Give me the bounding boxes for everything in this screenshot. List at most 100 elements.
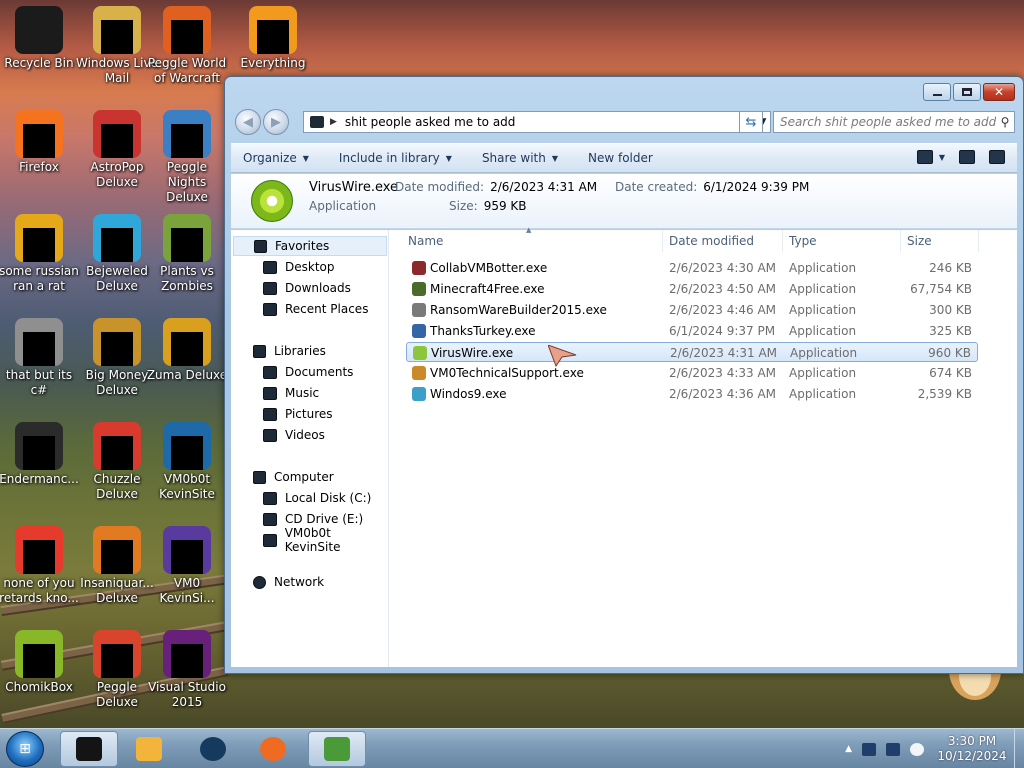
nav-downloads[interactable]: Downloads [263,278,351,298]
column-header-size[interactable]: Size [901,230,979,252]
nav-kevinsite[interactable]: VM0b0t KevinSite [263,526,388,554]
file-type: Application [789,387,857,401]
nav-libraries[interactable]: Libraries [253,341,326,361]
desktop-icon-vm0b0t-kevinsite[interactable]: VM0b0t KevinSite [146,422,228,502]
search-input[interactable] [780,115,996,129]
preview-pane-icon[interactable] [959,150,975,164]
user-accounts-icon [324,737,350,761]
network-drive-icon [263,533,277,547]
desktop-icon-everything[interactable]: Everything [232,6,314,71]
address-path[interactable]: shit people asked me to add [345,115,756,129]
taskbar-firefox-button[interactable] [244,731,302,767]
back-arrow-icon: ◀ [243,114,253,130]
file-name: RansomWareBuilder2015.exe [430,303,607,317]
nav-documents[interactable]: Documents [263,362,353,382]
desktop-icon-recycle-bin[interactable]: Recycle Bin [0,6,80,71]
clock[interactable]: 3:30 PM 10/12/2024 [934,734,1010,764]
column-header-type[interactable]: Type [783,230,901,252]
nav-music[interactable]: Music [263,383,319,403]
media-player-icon [136,737,162,761]
file-row[interactable]: RansomWareBuilder2015.exe 2/6/2023 4:46 A… [406,300,978,320]
refresh-button[interactable]: ⇆ [739,111,763,133]
desktop-icon-visual-studio-2015[interactable]: Visual Studio 2015 [146,630,228,710]
taskbar-explorer-button[interactable] [60,731,118,767]
date-modified-label: Date modified: [395,180,485,194]
navigation-pane: Favorites Desktop Downloads Recent Place… [231,230,389,667]
forward-arrow-icon: ▶ [271,114,281,130]
column-label: Size [907,234,932,248]
file-row[interactable]: CollabVMBotter.exe 2/6/2023 4:30 AM Applic… [406,258,978,278]
maximize-button[interactable] [953,83,981,101]
organize-menu[interactable]: Organize ▼ [243,151,309,165]
redaction-box [171,436,203,470]
search-box[interactable]: ⚲ [773,111,1015,133]
file-row[interactable]: Windos9.exe 2/6/2023 4:36 AM Application 2,… [406,384,978,404]
explorer-window[interactable]: ✕ ◀ ▶ ▶ shit people asked me to add ▼ ⇆ … [224,76,1024,674]
desktop-icon-chomikbox[interactable]: ChomikBox [0,630,80,695]
file-row[interactable]: VM0TechnicalSupport.exe 2/6/2023 4:33 AM A… [406,363,978,383]
redaction-box [23,644,55,678]
nav-local-disk[interactable]: Local Disk (C:) [263,488,371,508]
help-icon[interactable] [989,150,1005,164]
desktop-icon-peggle-world-of-warcraft[interactable]: Peggle World of Warcraft [146,6,228,86]
nav-pictures[interactable]: Pictures [263,404,333,424]
desktop-icon-none-of-you-retards-kno[interactable]: none of you retards kno... [0,526,80,606]
nav-favorites[interactable]: Favorites [233,236,387,256]
desktop-icon-that-but-its-c[interactable]: that but its c# [0,318,80,398]
file-date: 2/6/2023 4:33 AM [669,366,777,380]
file-row[interactable]: Minecraft4Free.exe 2/6/2023 4:50 AM Applic… [406,279,978,299]
desktop-icon-firefox[interactable]: Firefox [0,110,80,175]
app-icon [93,214,141,262]
nav-videos[interactable]: Videos [263,425,325,445]
organize-label: Organize [243,151,297,165]
volume-icon[interactable] [910,742,924,756]
forward-button[interactable]: ▶ [263,109,289,135]
nav-recent-places[interactable]: Recent Places [263,299,368,319]
desktop-icon-peggle-nights-deluxe[interactable]: Peggle Nights Deluxe [146,110,228,205]
app-icon [93,318,141,366]
nav-desktop[interactable]: Desktop [263,257,335,277]
minimize-button[interactable] [923,83,951,101]
column-header-date[interactable]: Date modified [663,230,783,252]
display-icon[interactable] [886,742,900,756]
start-button[interactable]: ⊞ [6,731,44,767]
desktop-icon-plants-vs-zombies[interactable]: Plants vs Zombies [146,214,228,294]
change-view-button[interactable]: ▼ [916,150,945,164]
nav-network[interactable]: Network [253,572,324,592]
date-created-field: Date created: 6/1/2024 9:39 PM [615,180,809,194]
taskbar-globe-button[interactable] [184,731,242,767]
redaction-box [23,436,55,470]
desktop-icon-zuma-deluxe[interactable]: Zuma Deluxe [146,318,228,383]
nav-computer[interactable]: Computer [253,467,334,487]
nav-label: Network [274,575,325,589]
show-desktop-button[interactable] [1014,729,1024,768]
app-icon [163,422,211,470]
action-center-icon[interactable] [862,742,876,756]
file-row[interactable]: ThanksTurkey.exe 6/1/2024 9:37 PM Applicat… [406,321,978,341]
file-row[interactable]: VirusWire.exe 2/6/2023 4:31 AM Application… [406,342,978,362]
breadcrumb-chevron-icon[interactable]: ▶ [330,117,337,127]
close-button[interactable]: ✕ [983,83,1015,101]
back-button[interactable]: ◀ [235,109,261,135]
address-bar[interactable]: ▶ shit people asked me to add ▼ [303,111,771,133]
desktop-icon-label: none of you retards kno... [0,576,79,605]
search-icon[interactable]: ⚲ [996,115,1014,129]
include-in-library-menu[interactable]: Include in library ▼ [339,151,452,165]
tray-expand-icon[interactable]: ▲ [845,744,852,754]
share-with-menu[interactable]: Share with ▼ [482,151,558,165]
column-header-name[interactable]: Name [402,230,663,252]
app-icon [15,6,63,54]
file-name: Minecraft4Free.exe [430,282,545,296]
redaction-box [101,124,133,158]
file-type: Application [789,303,857,317]
taskbar-media-player-button[interactable] [120,731,178,767]
refresh-icon: ⇆ [745,114,757,130]
app-icon [93,526,141,574]
nav-label: Desktop [285,260,335,274]
file-type: Application [789,366,857,380]
new-folder-button[interactable]: New folder [588,151,653,165]
desktop-icon-endermanc[interactable]: Endermanc... [0,422,80,487]
desktop-icon-some-russian-ran-a-rat[interactable]: some russian ran a rat [0,214,80,294]
desktop-icon-vm0-kevinsi[interactable]: VM0 KevinSi... [146,526,228,606]
taskbar-user-accounts-button[interactable] [308,731,366,767]
